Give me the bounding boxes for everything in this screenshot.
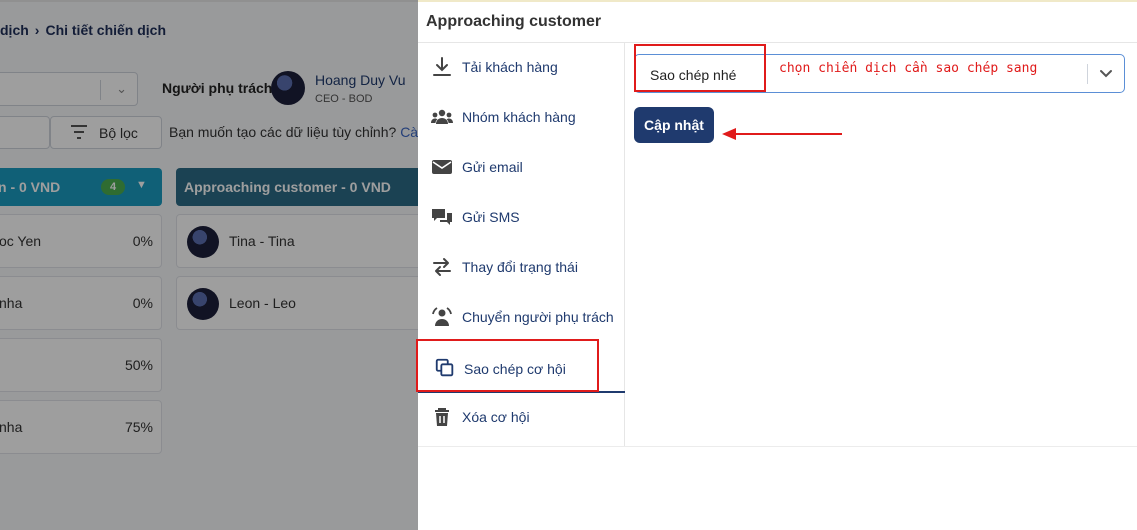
modal-backdrop[interactable] xyxy=(0,0,418,530)
select-divider xyxy=(1087,64,1088,84)
menu-item-transfer-owner[interactable]: Chuyển người phụ trách xyxy=(418,293,625,341)
panel-title: Approaching customer xyxy=(426,13,602,30)
menu-item-send-email[interactable]: Gửi email xyxy=(418,143,625,191)
trash-icon xyxy=(435,408,449,426)
menu-item-label: Gửi SMS xyxy=(462,209,520,225)
copy-icon xyxy=(435,358,454,377)
select-value: Sao chép nhé xyxy=(650,67,737,83)
menu-item-send-sms[interactable]: Gửi SMS xyxy=(418,193,625,241)
menu-item-label: Xóa cơ hội xyxy=(462,409,530,425)
panel-bottom-divider xyxy=(418,446,1137,447)
user-transfer-icon xyxy=(432,307,452,326)
menu-item-label: Chuyển người phụ trách xyxy=(462,309,614,325)
menu-item-change-status[interactable]: Thay đổi trạng thái xyxy=(418,243,625,291)
background-page: dịch › Chi tiết chiến dịch ⌄ Người phụ trá… xyxy=(0,0,418,530)
chevron-down-icon[interactable] xyxy=(1098,65,1114,81)
action-menu: Tải khách hàng Nhóm khách hàng Gửi email… xyxy=(418,43,625,446)
menu-item-label: Sao chép cơ hội xyxy=(464,361,566,377)
users-icon xyxy=(431,109,453,124)
update-button[interactable]: Cập nhật xyxy=(634,107,714,143)
menu-item-label: Nhóm khách hàng xyxy=(462,109,576,125)
menu-item-label: Tải khách hàng xyxy=(462,59,558,75)
action-panel: Approaching customer Tải khách hàng Nhóm… xyxy=(416,0,1137,530)
menu-item-copy-opportunity[interactable]: Sao chép cơ hội xyxy=(418,343,625,393)
panel-top-border xyxy=(418,0,1137,2)
menu-item-download-customers[interactable]: Tải khách hàng xyxy=(418,43,625,91)
swap-icon xyxy=(433,258,451,276)
menu-item-delete-opportunity[interactable]: Xóa cơ hội xyxy=(418,393,625,441)
chat-icon xyxy=(432,209,452,225)
annotation-text: chọn chiến dịch cần sao chép sang xyxy=(779,61,1038,76)
envelope-icon xyxy=(432,160,452,174)
download-icon xyxy=(433,57,451,76)
menu-item-label: Gửi email xyxy=(462,159,523,175)
annotation-arrow-icon xyxy=(722,128,842,140)
menu-item-label: Thay đổi trạng thái xyxy=(462,259,578,275)
menu-item-customer-group[interactable]: Nhóm khách hàng xyxy=(418,93,625,141)
